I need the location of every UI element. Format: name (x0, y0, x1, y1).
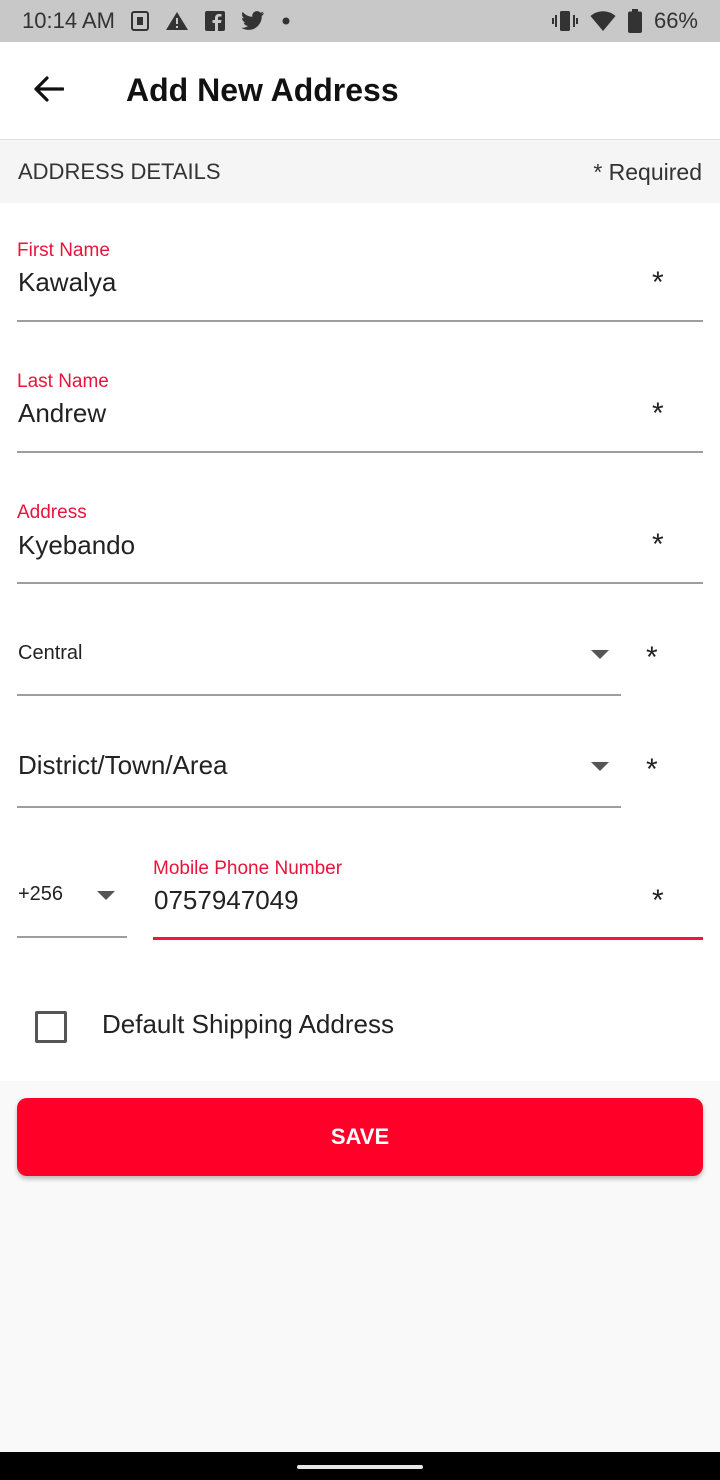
input-underline (17, 451, 703, 453)
first-name-field[interactable]: First Name Kawalya * (17, 240, 703, 322)
input-underline-active (153, 937, 703, 940)
default-shipping-label[interactable]: Default Shipping Address (102, 1009, 394, 1040)
required-star: * (652, 397, 664, 430)
arrow-left-icon (34, 75, 65, 107)
address-label: Address (17, 502, 87, 523)
warning-icon (165, 11, 189, 31)
address-field[interactable]: Address Kyebando * (17, 502, 703, 584)
phone-input[interactable]: 0757947049 (154, 885, 299, 916)
app-bar: Add New Address (0, 42, 720, 140)
country-code-dropdown[interactable]: +256 (17, 873, 127, 939)
vibrate-icon (551, 10, 578, 32)
chevron-down-icon[interactable] (591, 762, 609, 771)
facebook-icon (204, 11, 225, 31)
chevron-down-icon[interactable] (591, 650, 609, 659)
region-dropdown[interactable]: Central * (17, 628, 703, 698)
address-form: First Name Kawalya * Last Name Andrew * … (0, 203, 720, 1081)
status-right: 66% (551, 8, 698, 34)
section-header: ADDRESS DETAILS * Required (0, 141, 720, 203)
required-note: * Required (593, 158, 702, 185)
district-dropdown[interactable]: District/Town/Area * (17, 740, 703, 810)
twitter-icon (241, 11, 265, 31)
battery-percent: 66% (653, 8, 698, 33)
input-underline (17, 582, 703, 584)
status-time: 10:14 AM (22, 8, 115, 33)
required-star: * (652, 266, 664, 299)
required-star: * (652, 884, 664, 917)
input-underline (17, 806, 621, 808)
address-input[interactable]: Kyebando (18, 530, 135, 561)
battery-icon (627, 9, 642, 33)
phone-label: Mobile Phone Number (153, 858, 343, 879)
required-star: * (652, 528, 664, 561)
last-name-input[interactable]: Andrew (18, 398, 106, 429)
first-name-input[interactable]: Kawalya (18, 267, 116, 298)
dot-icon (281, 16, 291, 26)
district-select[interactable]: District/Town/Area (18, 750, 228, 781)
section-title: ADDRESS DETAILS (18, 159, 221, 184)
page-title: Add New Address (126, 72, 399, 108)
first-name-label: First Name (17, 240, 110, 261)
wifi-icon (590, 10, 616, 32)
status-bar: 10:14 AM 66% (0, 0, 720, 42)
back-button[interactable] (26, 68, 72, 114)
required-star: * (646, 641, 658, 674)
input-underline (17, 320, 703, 322)
sim-icon (130, 11, 149, 31)
last-name-field[interactable]: Last Name Andrew * (17, 371, 703, 453)
region-select[interactable]: Central (18, 642, 82, 665)
phone-field[interactable]: Mobile Phone Number 0757947049 * (153, 858, 703, 942)
home-handle[interactable] (297, 1465, 423, 1469)
input-underline (17, 936, 127, 938)
chevron-down-icon[interactable] (97, 891, 115, 900)
country-code-select[interactable]: +256 (18, 883, 63, 906)
default-shipping-checkbox[interactable] (35, 1011, 67, 1043)
required-star: * (646, 753, 658, 786)
status-left: 10:14 AM (22, 8, 291, 34)
input-underline (17, 694, 621, 696)
navigation-bar (0, 1452, 720, 1480)
save-button[interactable]: SAVE (17, 1098, 703, 1176)
last-name-label: Last Name (17, 371, 109, 392)
